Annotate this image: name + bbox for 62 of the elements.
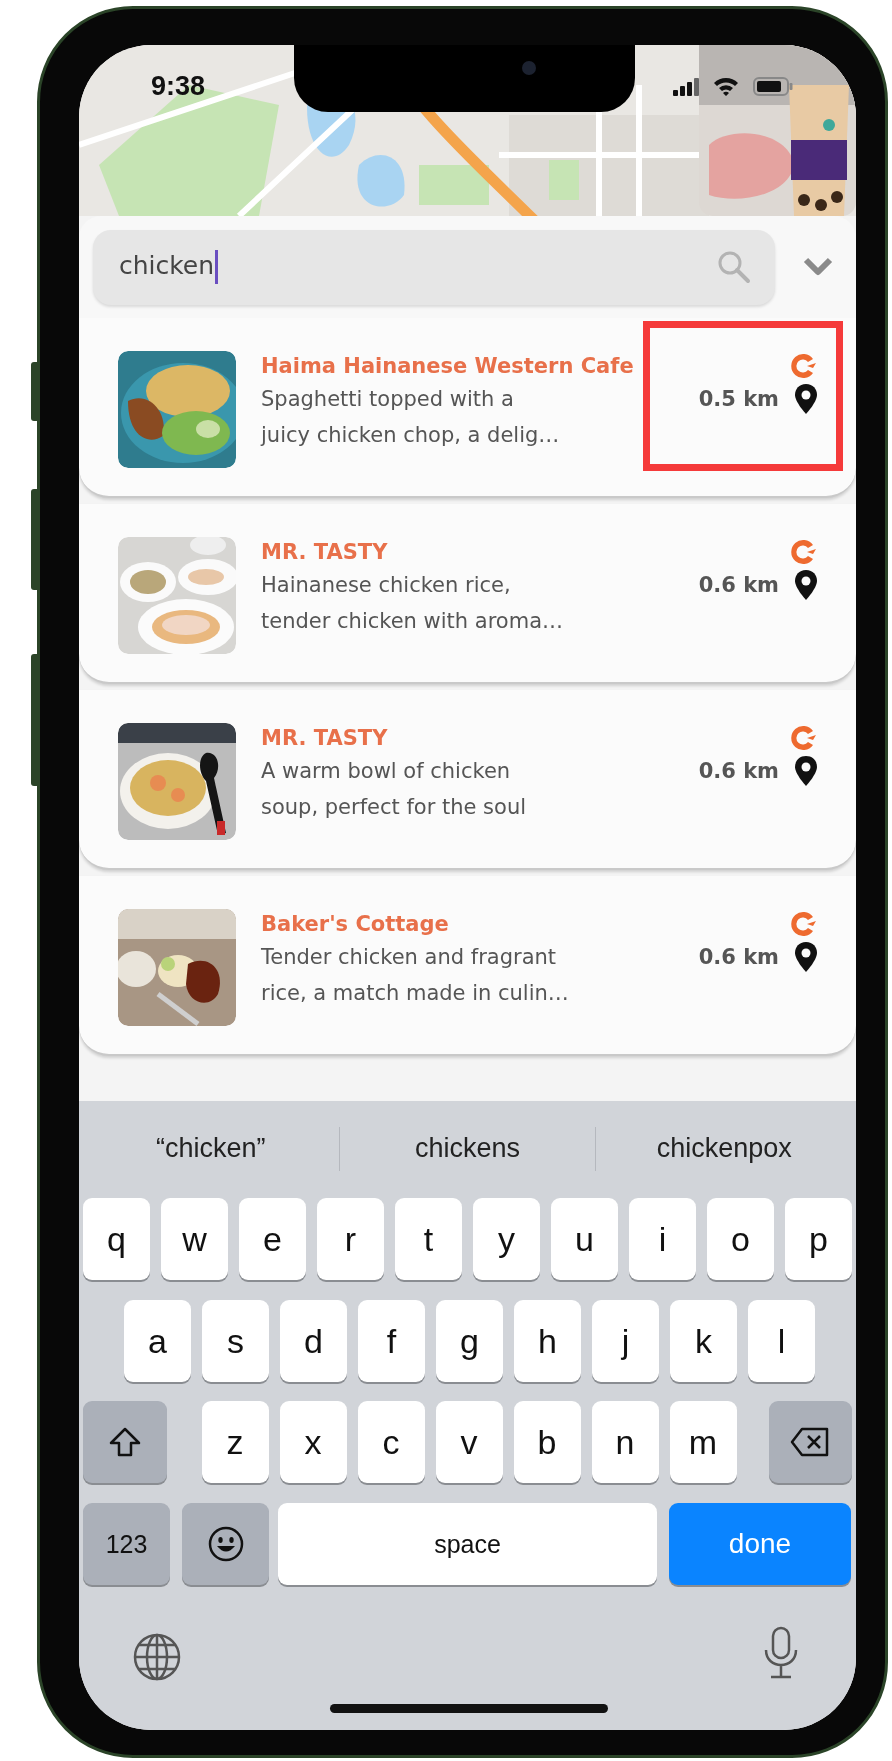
result-card[interactable]: MR. TASTY Hainanese chicken rice, tender chicken with aroma… 0.6 km <box>79 504 856 684</box>
result-card[interactable]: Haima Hainanese Western Cafe Spaghetti topped with a juicy chicken chop, a delig… 0.5 km <box>79 318 856 498</box>
key[interactable]: p <box>785 1198 852 1280</box>
key[interactable]: c <box>357 1401 425 1483</box>
location-pin-icon <box>795 384 817 414</box>
key[interactable]: h <box>514 1300 581 1382</box>
chevron-down-icon[interactable] <box>803 257 833 277</box>
key[interactable]: a <box>124 1300 191 1382</box>
key[interactable]: q <box>83 1198 150 1280</box>
result-card[interactable]: MR. TASTY A warm bowl of chicken soup, perfect for the soul 0.6 km <box>79 690 856 870</box>
microphone-icon[interactable] <box>763 1626 799 1680</box>
key[interactable]: s <box>202 1300 269 1382</box>
key[interactable]: m <box>669 1401 737 1483</box>
key[interactable]: o <box>707 1198 774 1280</box>
key[interactable]: e <box>239 1198 306 1280</box>
delete-key[interactable] <box>768 1401 852 1483</box>
key[interactable]: u <box>551 1198 618 1280</box>
distance-label: 0.6 km <box>698 944 779 971</box>
suggestion[interactable]: “chicken” <box>83 1133 339 1164</box>
dish-description: A warm bowl of chicken soup, perfect for the soul <box>261 758 528 821</box>
key[interactable]: i <box>629 1198 696 1280</box>
done-key[interactable]: done <box>669 1503 851 1585</box>
key[interactable]: d <box>280 1300 347 1382</box>
distance-label: 0.5 km <box>698 386 779 413</box>
location-pin-icon <box>795 942 817 972</box>
location-pin-icon <box>795 756 817 786</box>
distance-label: 0.6 km <box>698 572 779 599</box>
dish-description: Spaghetti topped with a juicy chicken chop, a delig… <box>261 386 561 449</box>
key[interactable]: n <box>591 1401 659 1483</box>
suggestion[interactable]: chickens <box>339 1133 596 1164</box>
key[interactable]: r <box>317 1198 384 1280</box>
key[interactable]: g <box>436 1300 503 1382</box>
key[interactable]: j <box>592 1300 659 1382</box>
emoji-key[interactable] <box>182 1503 269 1585</box>
globe-icon[interactable] <box>132 1632 182 1682</box>
restaurant-name: Haima Hainanese Western Cafe <box>261 353 634 380</box>
key[interactable]: k <box>670 1300 737 1382</box>
shift-key[interactable] <box>83 1401 167 1483</box>
key[interactable]: v <box>435 1401 503 1483</box>
restaurant-name: MR. TASTY <box>261 725 388 752</box>
space-key[interactable]: space <box>278 1503 657 1585</box>
restaurant-name: Baker's Cottage <box>261 911 449 938</box>
key[interactable]: b <box>513 1401 581 1483</box>
restaurant-name: MR. TASTY <box>261 539 388 566</box>
key[interactable]: w <box>161 1198 228 1280</box>
dish-description: Tender chicken and fragrant rice, a match made in culin… <box>261 944 570 1007</box>
backspace-icon <box>790 1427 831 1457</box>
search-field[interactable]: chicken <box>93 229 775 305</box>
key[interactable]: f <box>358 1300 425 1382</box>
dish-description: Hainanese chicken rice, tender chicken with aroma… <box>261 572 565 635</box>
result-card[interactable]: Baker's Cottage Tender chicken and fragrant rice, a match made in culin… 0.6 km <box>79 876 856 1056</box>
key[interactable]: y <box>473 1198 540 1280</box>
suggestion[interactable]: chickenpox <box>596 1133 852 1164</box>
distance-label: 0.6 km <box>698 758 779 785</box>
key[interactable]: z <box>201 1401 269 1483</box>
key[interactable]: l <box>748 1300 815 1382</box>
key[interactable]: t <box>395 1198 462 1280</box>
key[interactable]: x <box>279 1401 347 1483</box>
shift-icon <box>108 1427 141 1457</box>
numbers-key[interactable]: 123 <box>83 1503 170 1585</box>
emoji-icon <box>207 1526 244 1562</box>
location-pin-icon <box>795 570 817 600</box>
